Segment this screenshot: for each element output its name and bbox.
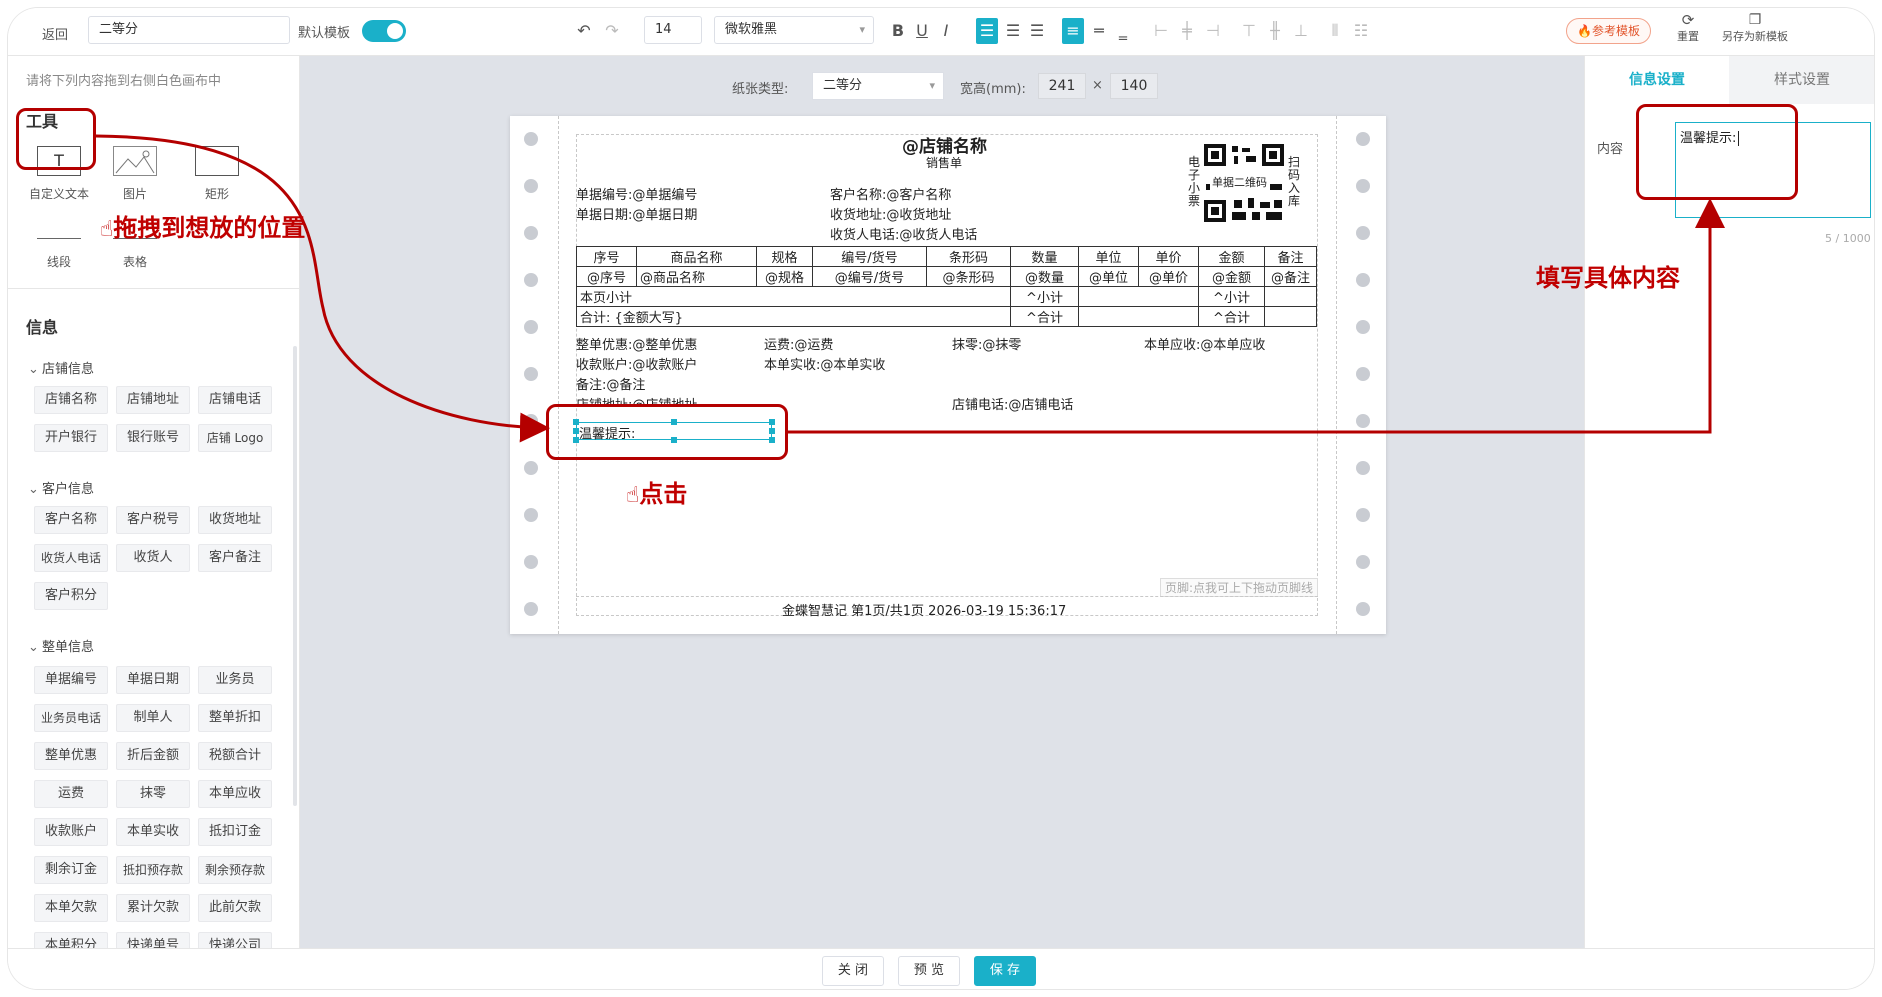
annotation-drag: ☝拖拽到想放的位置 [100, 208, 305, 243]
annotation-fill: 填写具体内容 [1536, 264, 1680, 292]
annotation-drag-text: 拖拽到想放的位置 [113, 214, 306, 242]
annotation-arrows [95, 134, 1725, 443]
hand-pointer-icon: ☝ [626, 483, 640, 508]
annotation-click: ☝点击 [626, 474, 687, 509]
annotation-click-text: 点击 [639, 480, 688, 508]
app-window: 返回 二等分 默认模板 ↶ ↷ 14 微软雅黑 ▾ B U I ☰ ☰ ☰ ≡ … [8, 8, 1874, 989]
hand-pointer-icon: ☝ [100, 217, 114, 242]
